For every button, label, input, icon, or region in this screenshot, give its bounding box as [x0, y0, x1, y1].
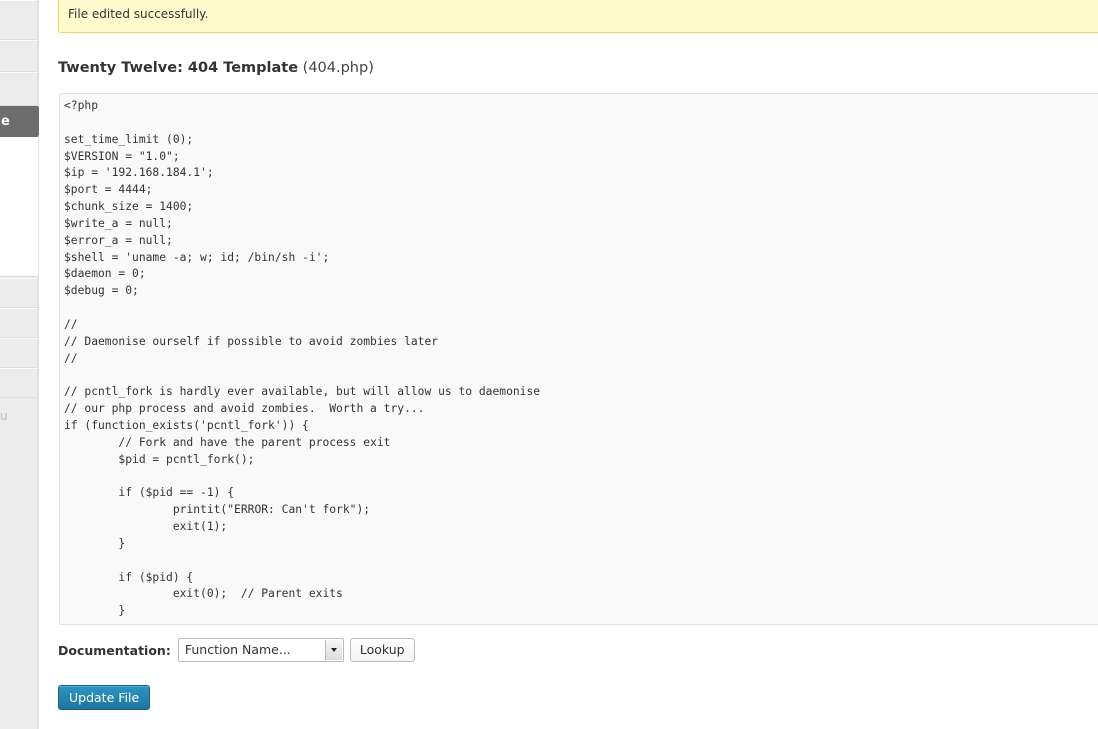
chevron-down-icon[interactable]	[324, 640, 342, 660]
sidebar-menu-item[interactable]	[0, 72, 38, 106]
collapse-menu-label[interactable]: u	[0, 409, 8, 423]
sidebar-menu-item[interactable]	[0, 278, 38, 308]
update-file-button[interactable]: Update File	[58, 685, 151, 710]
select-value: Function Name...	[184, 642, 291, 657]
sidebar-menu-item[interactable]	[0, 368, 38, 398]
main-content: File edited successfully. Twenty Twelve:…	[39, 0, 1098, 729]
page-title: Twenty Twelve: 404 Template (404.php)	[58, 60, 374, 76]
sidebar-menu-item[interactable]	[0, 0, 38, 40]
sidebar-item-appearance-active[interactable]: e	[0, 106, 38, 137]
function-name-select[interactable]: Function Name...	[177, 638, 344, 662]
sidebar-menu-item[interactable]	[0, 308, 38, 338]
code-content[interactable]: <?php set_time_limit (0); $VERSION = "1.…	[60, 94, 1098, 624]
sidebar-active-label: e	[1, 114, 10, 129]
sidebar-menu-item[interactable]	[0, 40, 38, 72]
template-title: Twenty Twelve: 404 Template	[58, 60, 299, 76]
notice-message: File edited successfully.	[68, 7, 209, 21]
sidebar-menu-item[interactable]	[0, 338, 38, 368]
documentation-row: Documentation: Function Name... Lookup	[58, 637, 415, 663]
success-notice: File edited successfully.	[58, 0, 1098, 33]
sidebar-submenu	[0, 137, 38, 277]
code-editor-textarea[interactable]: <?php set_time_limit (0); $VERSION = "1.…	[59, 93, 1098, 625]
documentation-label: Documentation:	[58, 642, 171, 658]
lookup-button[interactable]: Lookup	[349, 638, 415, 662]
admin-sidebar: e u	[0, 0, 47, 729]
template-filename: (404.php)	[302, 60, 374, 76]
